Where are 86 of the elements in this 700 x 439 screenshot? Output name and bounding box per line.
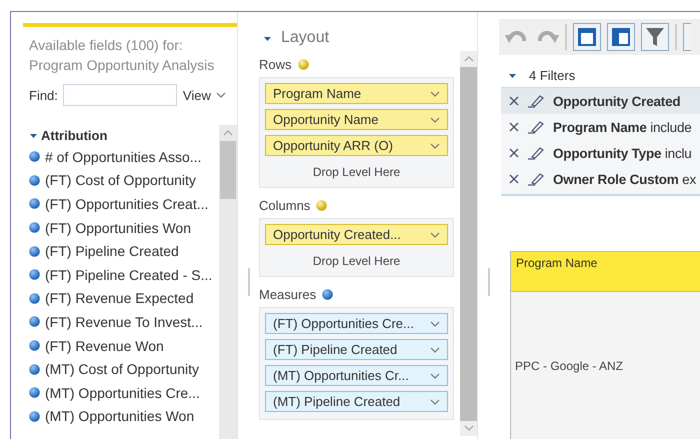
- dimension-icon: [316, 200, 328, 210]
- close-icon[interactable]: [509, 148, 519, 158]
- chevron-icon: [430, 142, 440, 148]
- measure-icon: [29, 316, 40, 328]
- chevron-icon: [430, 398, 440, 404]
- layout-chip[interactable]: (MT) Pipeline Created: [265, 391, 448, 412]
- splitter-handle[interactable]: [248, 268, 250, 296]
- scrollbar-thumb[interactable]: [220, 141, 236, 199]
- filter-row[interactable]: Opportunity Created: [501, 88, 700, 114]
- measure-icon: [29, 387, 40, 398]
- filter-text: Owner Role Custom ex: [553, 172, 696, 186]
- drop-hint: Drop Level Here: [312, 164, 402, 181]
- layout-icon[interactable]: [607, 23, 635, 51]
- chevron-icon: [430, 90, 440, 96]
- field-item[interactable]: (FT) Revenue Won: [45, 338, 164, 354]
- filter-text: Opportunity Created: [553, 94, 680, 108]
- field-item[interactable]: (MT) Opportunities Won: [45, 408, 194, 424]
- layout-chip[interactable]: Opportunity Name: [265, 109, 448, 130]
- find-field[interactable]: [62, 84, 177, 106]
- layout-chip[interactable]: (FT) Opportunities Cre...: [265, 313, 448, 334]
- field-item[interactable]: (FT) Revenue Expected: [45, 290, 194, 306]
- dimension-icon: [298, 58, 309, 70]
- close-icon[interactable]: [509, 96, 519, 106]
- layout-chip[interactable]: (FT) Pipeline Created: [265, 339, 448, 360]
- view-menu[interactable]: View: [176, 88, 226, 102]
- find-label: Find:: [29, 88, 58, 102]
- filter-text: Program Name include: [553, 120, 692, 134]
- panel-title: Program Opportunity Analysis: [28, 56, 216, 75]
- measure-icon: [29, 410, 40, 422]
- filter-icon[interactable]: [641, 23, 669, 51]
- field-item[interactable]: # of Opportunities Asso...: [45, 148, 202, 165]
- filter-text: Opportunity Type inclu: [553, 146, 692, 160]
- measure-icon: [29, 292, 40, 304]
- measure-icon: [29, 246, 40, 257]
- measure-icon: [29, 151, 40, 162]
- layout-icon[interactable]: [573, 23, 601, 51]
- scroll-up-icon[interactable]: [223, 130, 233, 136]
- section-label: Rows: [259, 56, 292, 72]
- field-item[interactable]: (FT) Revenue To Invest...: [45, 314, 203, 330]
- toolbar-icon[interactable]: [683, 23, 691, 51]
- section-label: Measures: [259, 286, 316, 302]
- chevron-icon: [430, 372, 440, 378]
- measure-icon: [29, 269, 40, 280]
- pencil-icon[interactable]: [527, 146, 545, 160]
- chevron-icon: [430, 320, 440, 326]
- layout-chip[interactable]: Opportunity ARR (O): [265, 135, 448, 156]
- panel-title: Available fields (100) for:: [28, 36, 184, 55]
- field-item[interactable]: (FT) Opportunities Won: [45, 220, 192, 236]
- layout-header[interactable]: Layout: [263, 29, 477, 47]
- chevron-icon: [430, 116, 440, 122]
- layout-chip[interactable]: Program Name: [265, 83, 448, 104]
- filters-header[interactable]: 4 Filters: [508, 66, 700, 84]
- drop-hint: Drop Level Here: [312, 253, 402, 270]
- field-item[interactable]: (MT) Opportunities Cre...: [45, 384, 200, 401]
- field-item[interactable]: (FT) Opportunities Creat...: [45, 196, 208, 212]
- splitter-handle[interactable]: [488, 268, 490, 296]
- column-header: Program Name: [511, 252, 700, 292]
- field-item[interactable]: (FT) Cost of Opportunity: [45, 172, 196, 188]
- measure-icon: [29, 222, 40, 234]
- tree-folder[interactable]: Attribution: [29, 125, 219, 145]
- measure-icon: [29, 364, 40, 375]
- pencil-icon[interactable]: [527, 120, 545, 134]
- chevron-icon: [430, 346, 440, 352]
- close-icon[interactable]: [509, 122, 519, 132]
- close-icon[interactable]: [509, 174, 519, 184]
- table-cell: PPC - Google - ANZ: [515, 358, 624, 372]
- filter-row[interactable]: Owner Role Custom ex: [501, 166, 700, 192]
- layout-chip[interactable]: (MT) Opportunities Cr...: [265, 365, 448, 386]
- field-item[interactable]: (FT) Pipeline Created: [45, 243, 179, 260]
- field-item[interactable]: (FT) Pipeline Created - S...: [45, 266, 212, 283]
- pencil-icon[interactable]: [527, 172, 545, 186]
- pencil-icon[interactable]: [527, 94, 545, 108]
- section-label: Columns: [259, 198, 310, 212]
- measure-icon: [29, 174, 40, 186]
- chevron-icon: [216, 92, 226, 98]
- field-item[interactable]: (MT) Cost of Opportunity: [45, 361, 200, 378]
- filter-row[interactable]: Program Name include: [501, 114, 700, 140]
- scroll-down-icon[interactable]: [464, 425, 474, 431]
- chevron-icon: [430, 232, 440, 238]
- measure-icon: [29, 340, 40, 352]
- scroll-up-icon[interactable]: [464, 56, 474, 62]
- filter-row[interactable]: Opportunity Type inclu: [501, 140, 700, 166]
- layout-chip[interactable]: Opportunity Created...: [265, 224, 448, 245]
- scrollbar[interactable]: [219, 125, 237, 439]
- measure-icon: [322, 288, 334, 300]
- measure-icon: [29, 198, 40, 210]
